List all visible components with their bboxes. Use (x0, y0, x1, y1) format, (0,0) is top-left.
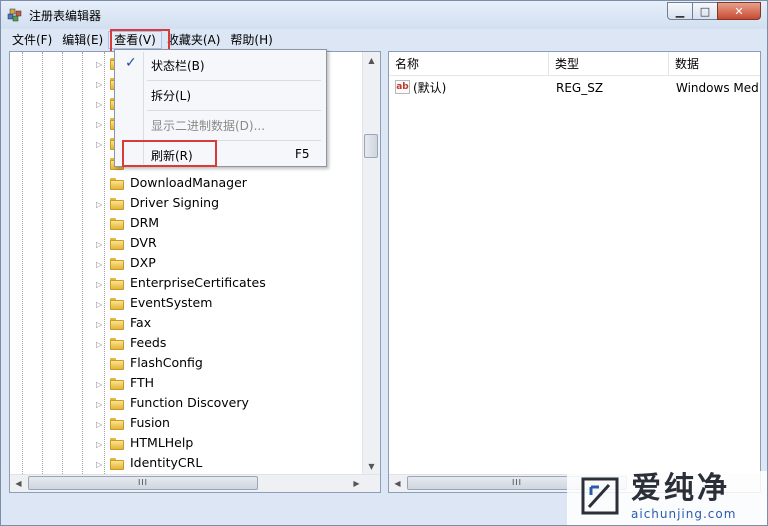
expand-arrow-icon[interactable]: ▷ (96, 80, 105, 89)
tree-horizontal-scroll-thumb[interactable]: III (28, 476, 258, 490)
watermark-title: 爱纯净 (631, 471, 730, 506)
scroll-down-arrow-icon[interactable]: ▼ (363, 458, 380, 475)
menu-help[interactable]: 帮助(H) (225, 31, 277, 49)
expand-arrow-icon[interactable]: ▷ (96, 400, 105, 409)
expand-arrow-icon[interactable]: ▷ (96, 60, 105, 69)
menu-item-status-bar[interactable]: ✓ 状态栏(B) (117, 52, 324, 78)
tree-item-label[interactable]: DVR (130, 235, 157, 250)
folder-icon (110, 238, 124, 250)
expand-arrow-icon[interactable]: ▷ (96, 340, 105, 349)
refresh-item-highlight (122, 140, 217, 167)
value-type: REG_SZ (556, 81, 604, 95)
menu-edit[interactable]: 编辑(E) (57, 31, 108, 49)
tree-item-label[interactable]: EventSystem (130, 295, 212, 310)
tree-vertical-scroll-thumb[interactable] (364, 134, 378, 158)
title-bar[interactable]: 注册表编辑器 ▁ □ ✕ (1, 1, 767, 29)
expand-arrow-icon[interactable]: ▷ (96, 240, 105, 249)
expand-arrow-icon[interactable]: ▷ (96, 460, 105, 469)
registry-editor-window: 注册表编辑器 ▁ □ ✕ 文件(F) 编辑(E) 查看(V) 收藏夹(A) 帮助… (0, 0, 768, 526)
menu-favorites[interactable]: 收藏夹(A) (162, 31, 226, 49)
tree-item-label[interactable]: FlashConfig (130, 355, 203, 370)
folder-icon (110, 338, 124, 350)
folder-icon (110, 278, 124, 290)
close-button[interactable]: ✕ (717, 2, 761, 20)
folder-icon (110, 218, 124, 230)
tree-item-label[interactable]: HTMLHelp (130, 435, 193, 450)
minimize-button[interactable]: ▁ (667, 2, 693, 20)
menu-item-show-binary-data: 显示二进制数据(D)... (117, 112, 324, 138)
string-value-icon: ab (395, 80, 410, 94)
expand-arrow-icon[interactable]: ▷ (96, 280, 105, 289)
menu-item-label: 拆分(L) (151, 89, 192, 103)
scroll-left-arrow-icon[interactable]: ◀ (389, 475, 406, 492)
folder-icon (110, 258, 124, 270)
scroll-right-arrow-icon[interactable]: ▶ (348, 475, 365, 492)
window-title: 注册表编辑器 (29, 9, 102, 23)
tree-guide-line (82, 52, 83, 476)
folder-icon (110, 318, 124, 330)
folder-icon (110, 358, 124, 370)
watermark-url: aichunjing.com (631, 507, 737, 521)
checkmark-icon: ✓ (125, 55, 137, 71)
folder-icon (110, 398, 124, 410)
tree-item-label[interactable]: Driver Signing (130, 195, 219, 210)
pane-splitter[interactable] (381, 51, 388, 493)
watermark: 爱纯净 aichunjing.com (567, 471, 767, 525)
expand-arrow-icon[interactable]: ▷ (96, 100, 105, 109)
expand-arrow-icon[interactable]: ▷ (96, 300, 105, 309)
tree-guide-line (22, 52, 23, 476)
menu-item-label: 显示二进制数据(D)... (151, 119, 266, 133)
tree-item-label[interactable]: Fax (130, 315, 151, 330)
folder-icon (110, 178, 124, 190)
folder-icon (110, 458, 124, 470)
folder-icon (110, 438, 124, 450)
folder-icon (110, 198, 124, 210)
column-header-data[interactable]: 数据 (669, 52, 760, 76)
watermark-logo-icon (581, 477, 619, 515)
tree-item-label[interactable]: DownloadManager (130, 175, 247, 190)
value-data: Windows Med (676, 81, 759, 95)
expand-arrow-icon[interactable]: ▷ (96, 320, 105, 329)
tree-item-label[interactable]: DXP (130, 255, 156, 270)
folder-icon (110, 418, 124, 430)
scroll-up-arrow-icon[interactable]: ▲ (363, 52, 380, 69)
value-name[interactable]: (默认) (413, 78, 446, 98)
tree-horizontal-scrollbar[interactable]: ◀ III ▶ (10, 474, 380, 492)
tree-guide-line (42, 52, 43, 476)
column-header-name[interactable]: 名称 (389, 52, 549, 76)
tree-item-label[interactable]: IdentityCRL (130, 455, 202, 470)
expand-arrow-icon[interactable]: ▷ (96, 140, 105, 149)
tree-vertical-scrollbar[interactable]: ▲ ▼ (362, 52, 380, 475)
tree-item-label[interactable]: FTH (130, 375, 154, 390)
column-header-type[interactable]: 类型 (549, 52, 669, 76)
menu-separator (147, 80, 321, 81)
menu-item-shortcut: F5 (295, 147, 310, 161)
tree-item-label[interactable]: Fusion (130, 415, 170, 430)
tree-guide-line (62, 52, 63, 476)
expand-arrow-icon[interactable]: ▷ (96, 120, 105, 129)
expand-arrow-icon[interactable]: ▷ (96, 380, 105, 389)
maximize-button[interactable]: □ (692, 2, 718, 20)
tree-item-label[interactable]: Function Discovery (130, 395, 249, 410)
expand-arrow-icon[interactable]: ▷ (96, 420, 105, 429)
registry-editor-icon (7, 8, 22, 22)
expand-arrow-icon[interactable]: ▷ (96, 440, 105, 449)
folder-icon (110, 378, 124, 390)
tree-item-label[interactable]: EnterpriseCertificates (130, 275, 266, 290)
menu-item-label: 状态栏(B) (151, 59, 205, 73)
menu-file[interactable]: 文件(F) (7, 31, 57, 49)
menu-separator (147, 110, 321, 111)
menu-item-split[interactable]: 拆分(L) (117, 82, 324, 108)
window-controls: ▁ □ ✕ (667, 2, 761, 20)
scroll-left-arrow-icon[interactable]: ◀ (10, 475, 27, 492)
expand-arrow-icon[interactable]: ▷ (96, 200, 105, 209)
tree-item-label[interactable]: DRM (130, 215, 159, 230)
expand-arrow-icon[interactable]: ▷ (96, 260, 105, 269)
folder-icon (110, 298, 124, 310)
tree-item-label[interactable]: Feeds (130, 335, 166, 350)
registry-values-list[interactable]: 名称 类型 数据 ab (默认) REG_SZ Windows Med ◀ II… (388, 51, 761, 493)
